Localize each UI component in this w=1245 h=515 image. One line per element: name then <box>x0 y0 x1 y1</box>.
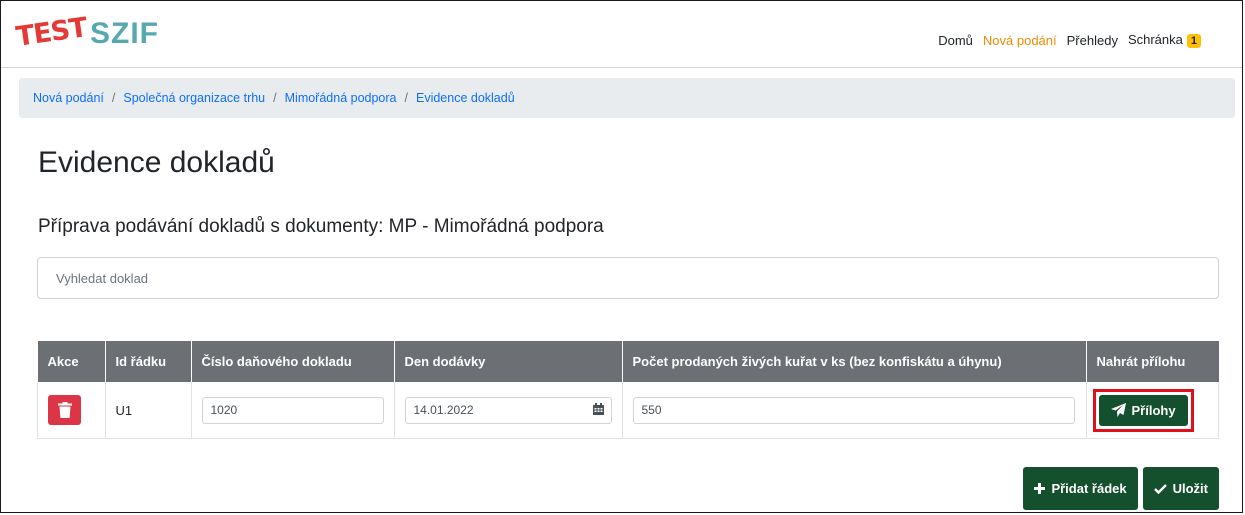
column-header-chicken-count: Počet prodaných živých kuřat v ks (bez k… <box>622 341 1087 382</box>
save-button[interactable]: Uložit <box>1142 467 1219 510</box>
form-actions: Přidat řádek Uložit <box>1023 467 1219 510</box>
table-row: U1 1020 14.01.2022 550 Přílohy <box>37 382 1219 439</box>
logo-brand: SZIF <box>90 17 159 50</box>
breadcrumb-item-market-organization[interactable]: Společná organizace trhu <box>123 91 265 105</box>
breadcrumb-separator: / <box>111 91 116 105</box>
top-header: TEST SZIF Domů Nová podání Přehledy Schr… <box>1 1 1242 68</box>
search-input[interactable] <box>37 257 1219 299</box>
calendar-icon[interactable] <box>592 402 604 415</box>
delete-row-button[interactable] <box>48 395 81 425</box>
column-header-row-id: Id řádku <box>105 341 192 382</box>
inbox-count-badge: 1 <box>1186 34 1201 48</box>
paper-plane-icon <box>1110 403 1126 417</box>
logo-test-label: TEST <box>14 12 89 53</box>
save-label: Uložit <box>1172 481 1208 496</box>
check-icon <box>1153 483 1167 494</box>
page-title: Evidence dokladů <box>38 146 275 179</box>
attachments-button-label: Přílohy <box>1131 402 1176 418</box>
cell-delivery-date <box>394 382 623 439</box>
plus-icon <box>1034 483 1046 494</box>
breadcrumb-item-document-registry[interactable]: Evidence dokladů <box>416 91 515 105</box>
table-header-row: Akce Id řádku Číslo daňového dokladu Den… <box>37 341 1219 382</box>
breadcrumb-separator: / <box>273 91 277 105</box>
breadcrumb: Nová podání / Společná organizace trhu /… <box>19 78 1235 118</box>
delivery-date-input[interactable] <box>404 396 612 424</box>
delivery-date-picker <box>404 396 612 424</box>
trash-icon <box>57 402 72 418</box>
cell-doc-number <box>191 382 395 439</box>
main-nav: Domů Nová podání Přehledy Schránka 1 <box>938 32 1201 48</box>
doc-number-input[interactable] <box>201 396 384 424</box>
nav-item-inbox-label: Schránka <box>1127 32 1183 47</box>
documents-table: Akce Id řádku Číslo daňového dokladu Den… <box>37 341 1219 439</box>
breadcrumb-separator: / <box>404 91 408 105</box>
upload-highlight: Přílohy <box>1092 388 1194 432</box>
cell-chicken-count <box>622 382 1087 439</box>
nav-item-inbox[interactable]: Schránka 1 <box>1128 32 1201 48</box>
nav-item-overviews[interactable]: Přehledy <box>1067 33 1118 48</box>
column-header-actions: Akce <box>37 341 106 382</box>
add-row-button[interactable]: Přidat řádek <box>1023 467 1138 510</box>
column-header-delivery-date: Den dodávky <box>394 341 623 382</box>
column-header-upload: Nahrát přílohu <box>1086 341 1219 382</box>
page-subtitle: Příprava podávání dokladů s dokumenty: M… <box>38 216 604 237</box>
add-row-label: Přidat řádek <box>1051 481 1127 496</box>
chicken-count-input[interactable] <box>632 396 1075 424</box>
nav-item-home[interactable]: Domů <box>938 33 973 48</box>
cell-actions <box>37 382 106 439</box>
breadcrumb-item-extraordinary-support[interactable]: Mimořádná podpora <box>285 91 397 105</box>
breadcrumb-item-new-submissions[interactable]: Nová podání <box>33 91 104 105</box>
nav-item-new-submissions[interactable]: Nová podání <box>983 33 1057 48</box>
column-header-doc-number: Číslo daňového dokladu <box>191 341 395 382</box>
cell-upload: Přílohy <box>1086 382 1219 439</box>
cell-row-id: U1 <box>105 382 192 439</box>
attachments-button[interactable]: Přílohy <box>1098 394 1188 426</box>
